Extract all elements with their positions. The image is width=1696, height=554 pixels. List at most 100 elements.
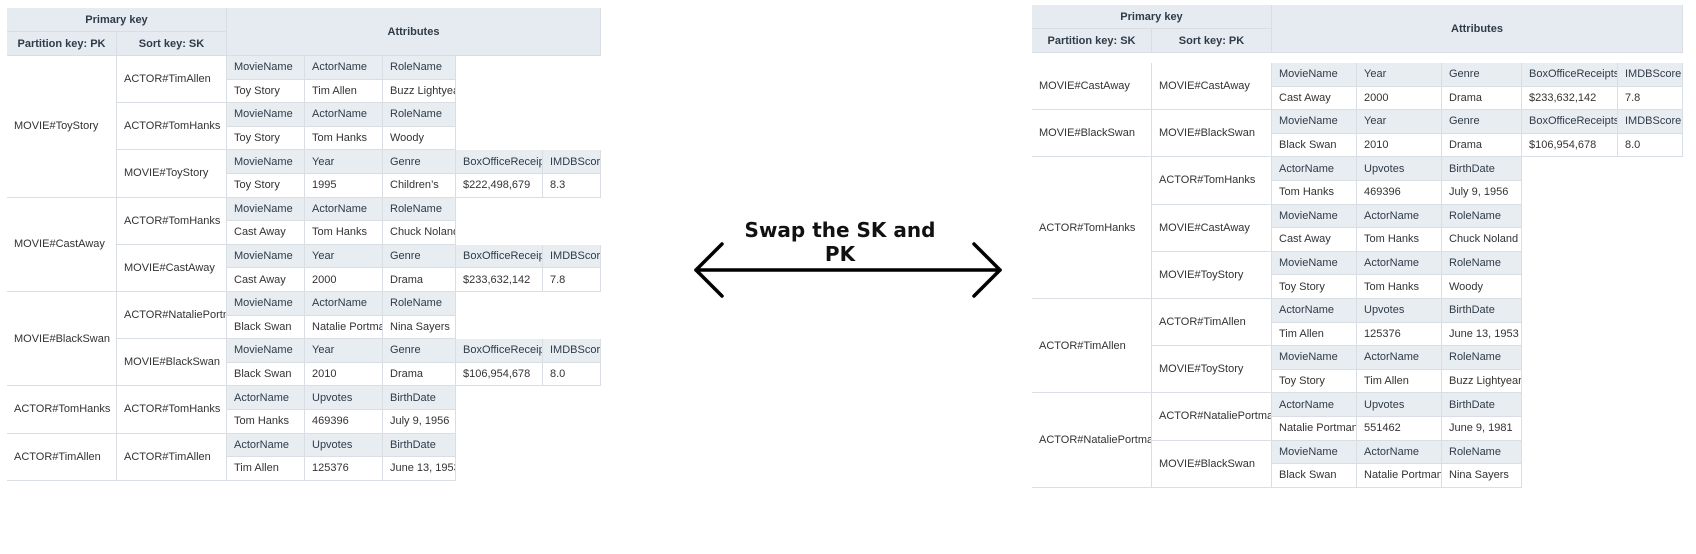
attribute-value: Drama <box>1442 133 1522 158</box>
attribute-name: MovieName <box>227 244 305 269</box>
partition-key-cell: ACTOR#TomHanks <box>7 386 117 434</box>
attribute-name: Year <box>305 150 383 174</box>
attribute-value: Tom Hanks <box>305 221 383 245</box>
attribute-name: Upvotes <box>305 386 383 410</box>
attribute-name: ActorName <box>1272 393 1357 417</box>
attribute-value: Natalie Portman <box>305 315 383 340</box>
left-table-panel: Primary key Partition key: PK Sort key: SK… <box>7 8 662 523</box>
sort-key-cell: ACTOR#NataliePortman <box>117 292 227 340</box>
partition-key-cell: ACTOR#NataliePortman <box>1032 393 1152 488</box>
attribute-value: Black Swan <box>1272 133 1357 158</box>
attribute-name: MovieName <box>227 56 305 80</box>
attribute-value: June 13, 1953 <box>383 457 456 481</box>
attribute-value: 125376 <box>305 457 383 481</box>
attribute-name: Upvotes <box>305 433 383 458</box>
attribute-name: IMDBScore <box>543 150 601 174</box>
partition-key-cell: ACTOR#TomHanks <box>1032 157 1152 299</box>
attribute-value: Chuck Noland <box>383 221 456 245</box>
attribute-name: BirthDate <box>1442 299 1522 323</box>
attribute-value: Cast Away <box>1272 228 1357 252</box>
partition-key-cell: MOVIE#BlackSwan <box>1032 110 1152 158</box>
attribute-name: ActorName <box>227 433 305 458</box>
sort-key-cell: ACTOR#TimAllen <box>117 433 227 481</box>
attribute-value: Tim Allen <box>305 79 383 104</box>
attribute-value: 7.8 <box>543 268 601 292</box>
attribute-value: Tim Allen <box>1272 322 1357 347</box>
attribute-value: Tim Allen <box>1357 369 1442 394</box>
attribute-value: Tom Hanks <box>1272 181 1357 205</box>
attribute-name: ActorName <box>305 56 383 80</box>
attribute-name: MovieName <box>1272 440 1357 465</box>
attribute-value: 551462 <box>1357 417 1442 441</box>
attribute-name: IMDBScore <box>543 339 601 363</box>
attribute-value: Tim Allen <box>227 457 305 481</box>
attribute-name: ActorName <box>305 103 383 127</box>
attribute-name: Upvotes <box>1357 157 1442 181</box>
attribute-value: 2010 <box>1357 133 1442 158</box>
attribute-value: Drama <box>383 362 456 387</box>
attribute-name: MovieName <box>1272 251 1357 276</box>
attribute-value: 8.3 <box>543 174 601 198</box>
attribute-name: MovieName <box>1272 346 1357 370</box>
partition-key-cell: MOVIE#CastAway <box>7 197 117 292</box>
attribute-value: July 9, 1956 <box>1442 181 1522 205</box>
attribute-value: Toy Story <box>1272 275 1357 299</box>
sort-key-cell: ACTOR#TomHanks <box>117 197 227 245</box>
sort-key-cell: ACTOR#TimAllen <box>1152 299 1272 347</box>
attribute-name: ActorName <box>1357 346 1442 370</box>
attribute-name: BoxOfficeReceipts <box>456 150 543 174</box>
attribute-value: July 9, 1956 <box>383 410 456 434</box>
attribute-name: BirthDate <box>383 386 456 410</box>
attribute-name: ActorName <box>1357 251 1442 276</box>
attribute-name: BoxOfficeReceipts <box>456 244 543 269</box>
attribute-name: MovieName <box>1272 110 1357 134</box>
partition-key-header: Partition key: PK <box>7 32 117 56</box>
partition-key-cell: MOVIE#CastAway <box>1032 63 1152 111</box>
attribute-value: Toy Story <box>227 126 305 151</box>
attribute-name: ActorName <box>1357 440 1442 465</box>
attribute-value: Toy Story <box>1272 369 1357 394</box>
attribute-name: RoleName <box>383 292 456 316</box>
attributes-header: Attributes <box>227 8 601 56</box>
double-arrow-icon <box>694 242 1002 298</box>
sort-key-cell: MOVIE#ToyStory <box>1152 251 1272 299</box>
attribute-name: BoxOfficeReceipts <box>1522 63 1618 87</box>
attribute-value: 2010 <box>305 362 383 387</box>
sort-key-cell: MOVIE#CastAway <box>1152 204 1272 252</box>
sort-key-cell: MOVIE#ToyStory <box>117 150 227 198</box>
sort-key-cell: ACTOR#TomHanks <box>1152 157 1272 205</box>
attribute-name: MovieName <box>1272 204 1357 229</box>
sort-key-cell: ACTOR#TimAllen <box>117 56 227 104</box>
attribute-name: MovieName <box>227 197 305 222</box>
attribute-name: IMDBScore <box>1618 63 1683 87</box>
attribute-value: Toy Story <box>227 174 305 198</box>
attribute-name: RoleName <box>1442 251 1522 276</box>
sort-key-cell: ACTOR#TomHanks <box>117 103 227 151</box>
attribute-value: Buzz Lightyear <box>383 79 456 104</box>
attribute-name: MovieName <box>227 150 305 174</box>
attribute-name: Year <box>305 244 383 269</box>
attribute-value: Cast Away <box>227 268 305 292</box>
attribute-value: Black Swan <box>227 362 305 387</box>
attributes-header: Attributes <box>1272 5 1683 53</box>
attribute-value: Tom Hanks <box>305 126 383 151</box>
attribute-value: Buzz Lightyear <box>1442 369 1522 394</box>
sort-key-cell: MOVIE#ToyStory <box>1152 346 1272 394</box>
sort-key-cell: MOVIE#BlackSwan <box>1152 440 1272 488</box>
attribute-name: IMDBScore <box>1618 110 1683 134</box>
attribute-value: Tom Hanks <box>227 410 305 434</box>
primary-key-header: Primary key <box>1032 5 1272 29</box>
attribute-value: Natalie Portman <box>1357 464 1442 488</box>
attribute-name: MovieName <box>1272 63 1357 87</box>
attribute-name: BirthDate <box>1442 157 1522 181</box>
attribute-value: Cast Away <box>1272 86 1357 111</box>
sort-key-cell: ACTOR#TomHanks <box>117 386 227 434</box>
attribute-value: Toy Story <box>227 79 305 104</box>
partition-key-cell: MOVIE#BlackSwan <box>7 292 117 387</box>
attribute-value: June 13, 1953 <box>1442 322 1522 347</box>
attribute-value: 1995 <box>305 174 383 198</box>
partition-key-cell: MOVIE#ToyStory <box>7 56 117 198</box>
attribute-value: 469396 <box>1357 181 1442 205</box>
sort-key-cell: MOVIE#CastAway <box>117 244 227 292</box>
attribute-value: 7.8 <box>1618 86 1683 111</box>
